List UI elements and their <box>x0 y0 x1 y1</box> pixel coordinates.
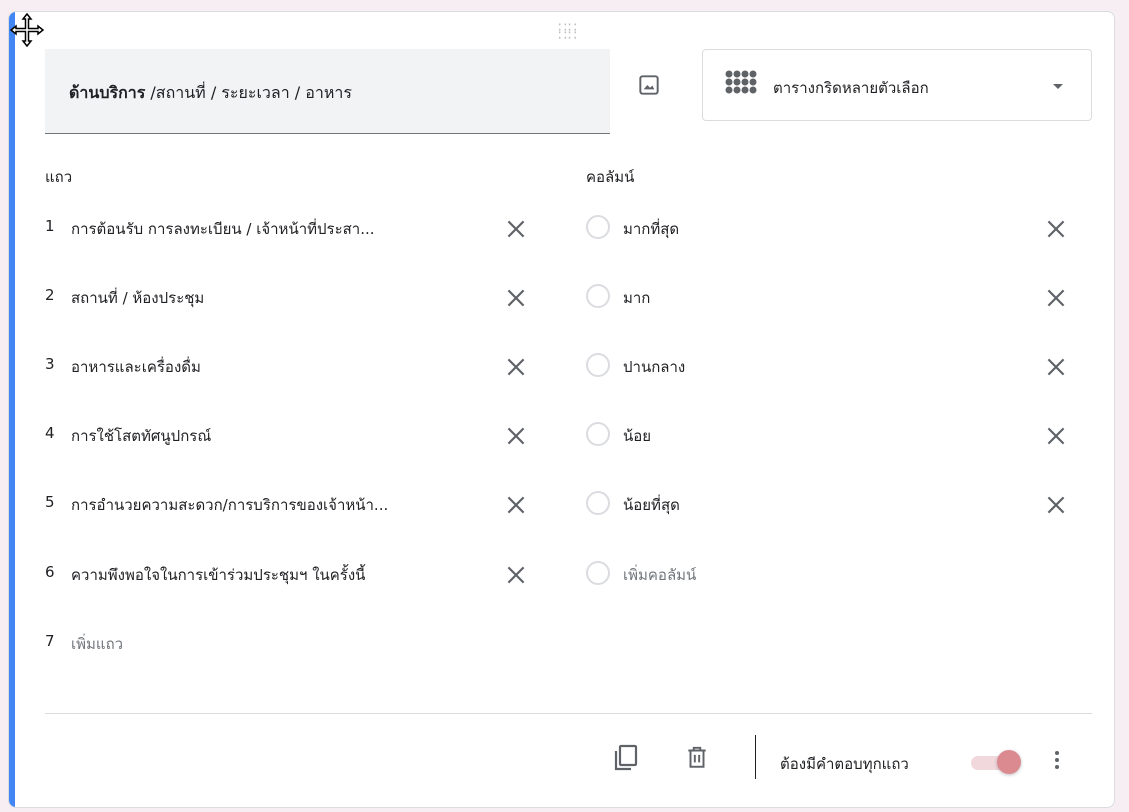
radio-icon <box>586 422 610 446</box>
remove-row-icon[interactable] <box>503 492 529 518</box>
columns-heading: คอลัมน์ <box>586 168 635 186</box>
delete-icon[interactable] <box>684 744 710 770</box>
remove-column-icon[interactable] <box>1043 354 1069 380</box>
column-text-input[interactable]: มาก <box>623 286 650 310</box>
grid-icon <box>725 70 757 94</box>
row-text-input[interactable]: การต้อนรับ การลงทะเบียน / เจ้าหน้าที่ประ… <box>71 217 491 241</box>
add-column-item[interactable]: เพิ่มคอลัมน์ <box>586 559 1086 589</box>
question-card[interactable]: ∷∷ ∷∷ ด้านบริการ /สถานที่ / ระยะเวลา / อา… <box>8 11 1115 808</box>
row-number: 6 <box>45 563 55 581</box>
row-text-input[interactable]: การใช้โสตทัศนูปกรณ์ <box>71 424 491 448</box>
column-item[interactable]: มากที่สุด <box>586 213 1086 243</box>
row-item[interactable]: 4 การใช้โสตทัศนูปกรณ์ <box>45 420 545 450</box>
column-text-input[interactable]: ปานกลาง <box>623 355 685 379</box>
move-cursor-icon <box>9 12 45 48</box>
row-number: 2 <box>45 286 55 304</box>
column-item[interactable]: น้อย <box>586 420 1086 450</box>
add-image-icon[interactable] <box>636 72 662 98</box>
row-text-input[interactable]: อาหารและเครื่องดื่ม <box>71 355 491 379</box>
remove-row-icon[interactable] <box>503 562 529 588</box>
question-title-field[interactable]: ด้านบริการ /สถานที่ / ระยะเวลา / อาหาร <box>45 49 610 134</box>
row-text-input[interactable]: การอำนวยความสะดวก/การบริการของเจ้าหน้า..… <box>71 493 491 517</box>
column-item[interactable]: น้อยที่สุด <box>586 489 1086 519</box>
column-item[interactable]: มาก <box>586 282 1086 312</box>
rows-heading: แถว <box>45 168 73 186</box>
remove-column-icon[interactable] <box>1043 216 1069 242</box>
remove-row-icon[interactable] <box>503 354 529 380</box>
row-item[interactable]: 1 การต้อนรับ การลงทะเบียน / เจ้าหน้าที่ป… <box>45 213 545 243</box>
row-item[interactable]: 3 อาหารและเครื่องดื่ม <box>45 351 545 381</box>
add-column-input[interactable]: เพิ่มคอลัมน์ <box>623 563 696 587</box>
more-options-icon[interactable] <box>1047 748 1067 774</box>
remove-row-icon[interactable] <box>503 216 529 242</box>
add-row-item[interactable]: 7 เพิ่มแถว <box>45 628 545 658</box>
remove-column-icon[interactable] <box>1043 285 1069 311</box>
toggle-thumb <box>997 750 1021 774</box>
row-number: 7 <box>45 632 55 650</box>
row-number: 3 <box>45 355 55 373</box>
add-row-input[interactable]: เพิ่มแถว <box>71 632 491 656</box>
column-text-input[interactable]: น้อย <box>623 424 651 448</box>
radio-icon <box>586 491 610 515</box>
active-indicator-bar <box>9 12 15 807</box>
remove-column-icon[interactable] <box>1043 423 1069 449</box>
question-type-dropdown[interactable]: ตารางกริดหลายตัวเลือก <box>702 49 1092 121</box>
column-item[interactable]: ปานกลาง <box>586 351 1086 381</box>
duplicate-icon[interactable] <box>611 742 641 772</box>
remove-column-icon[interactable] <box>1043 492 1069 518</box>
remove-row-icon[interactable] <box>503 285 529 311</box>
column-text-input[interactable]: มากที่สุด <box>623 217 679 241</box>
row-number: 1 <box>45 217 55 235</box>
row-text-input[interactable]: สถานที่ / ห้องประชุม <box>71 286 491 310</box>
radio-icon <box>586 561 610 585</box>
radio-icon <box>586 215 610 239</box>
drag-handle-icon[interactable]: ∷∷ ∷∷ <box>558 21 578 43</box>
footer-separator <box>755 735 756 779</box>
row-item[interactable]: 5 การอำนวยความสะดวก/การบริการของเจ้าหน้า… <box>45 489 545 519</box>
row-text-input[interactable]: ความพึงพอใจในการเข้าร่วมประชุมฯ ในครั้งน… <box>71 563 491 587</box>
required-toggle[interactable] <box>967 750 1021 774</box>
required-label: ต้องมีคำตอบทุกแถว <box>780 755 909 773</box>
footer-divider <box>45 713 1092 714</box>
row-number: 4 <box>45 424 55 442</box>
question-type-label: ตารางกริดหลายตัวเลือก <box>773 79 929 97</box>
row-number: 5 <box>45 493 55 511</box>
question-title[interactable]: ด้านบริการ /สถานที่ / ระยะเวลา / อาหาร <box>69 81 352 106</box>
row-item[interactable]: 6 ความพึงพอใจในการเข้าร่วมประชุมฯ ในครั้… <box>45 559 545 589</box>
chevron-down-icon <box>1053 84 1063 89</box>
column-text-input[interactable]: น้อยที่สุด <box>623 493 680 517</box>
remove-row-icon[interactable] <box>503 423 529 449</box>
radio-icon <box>586 353 610 377</box>
row-item[interactable]: 2 สถานที่ / ห้องประชุม <box>45 282 545 312</box>
radio-icon <box>586 284 610 308</box>
